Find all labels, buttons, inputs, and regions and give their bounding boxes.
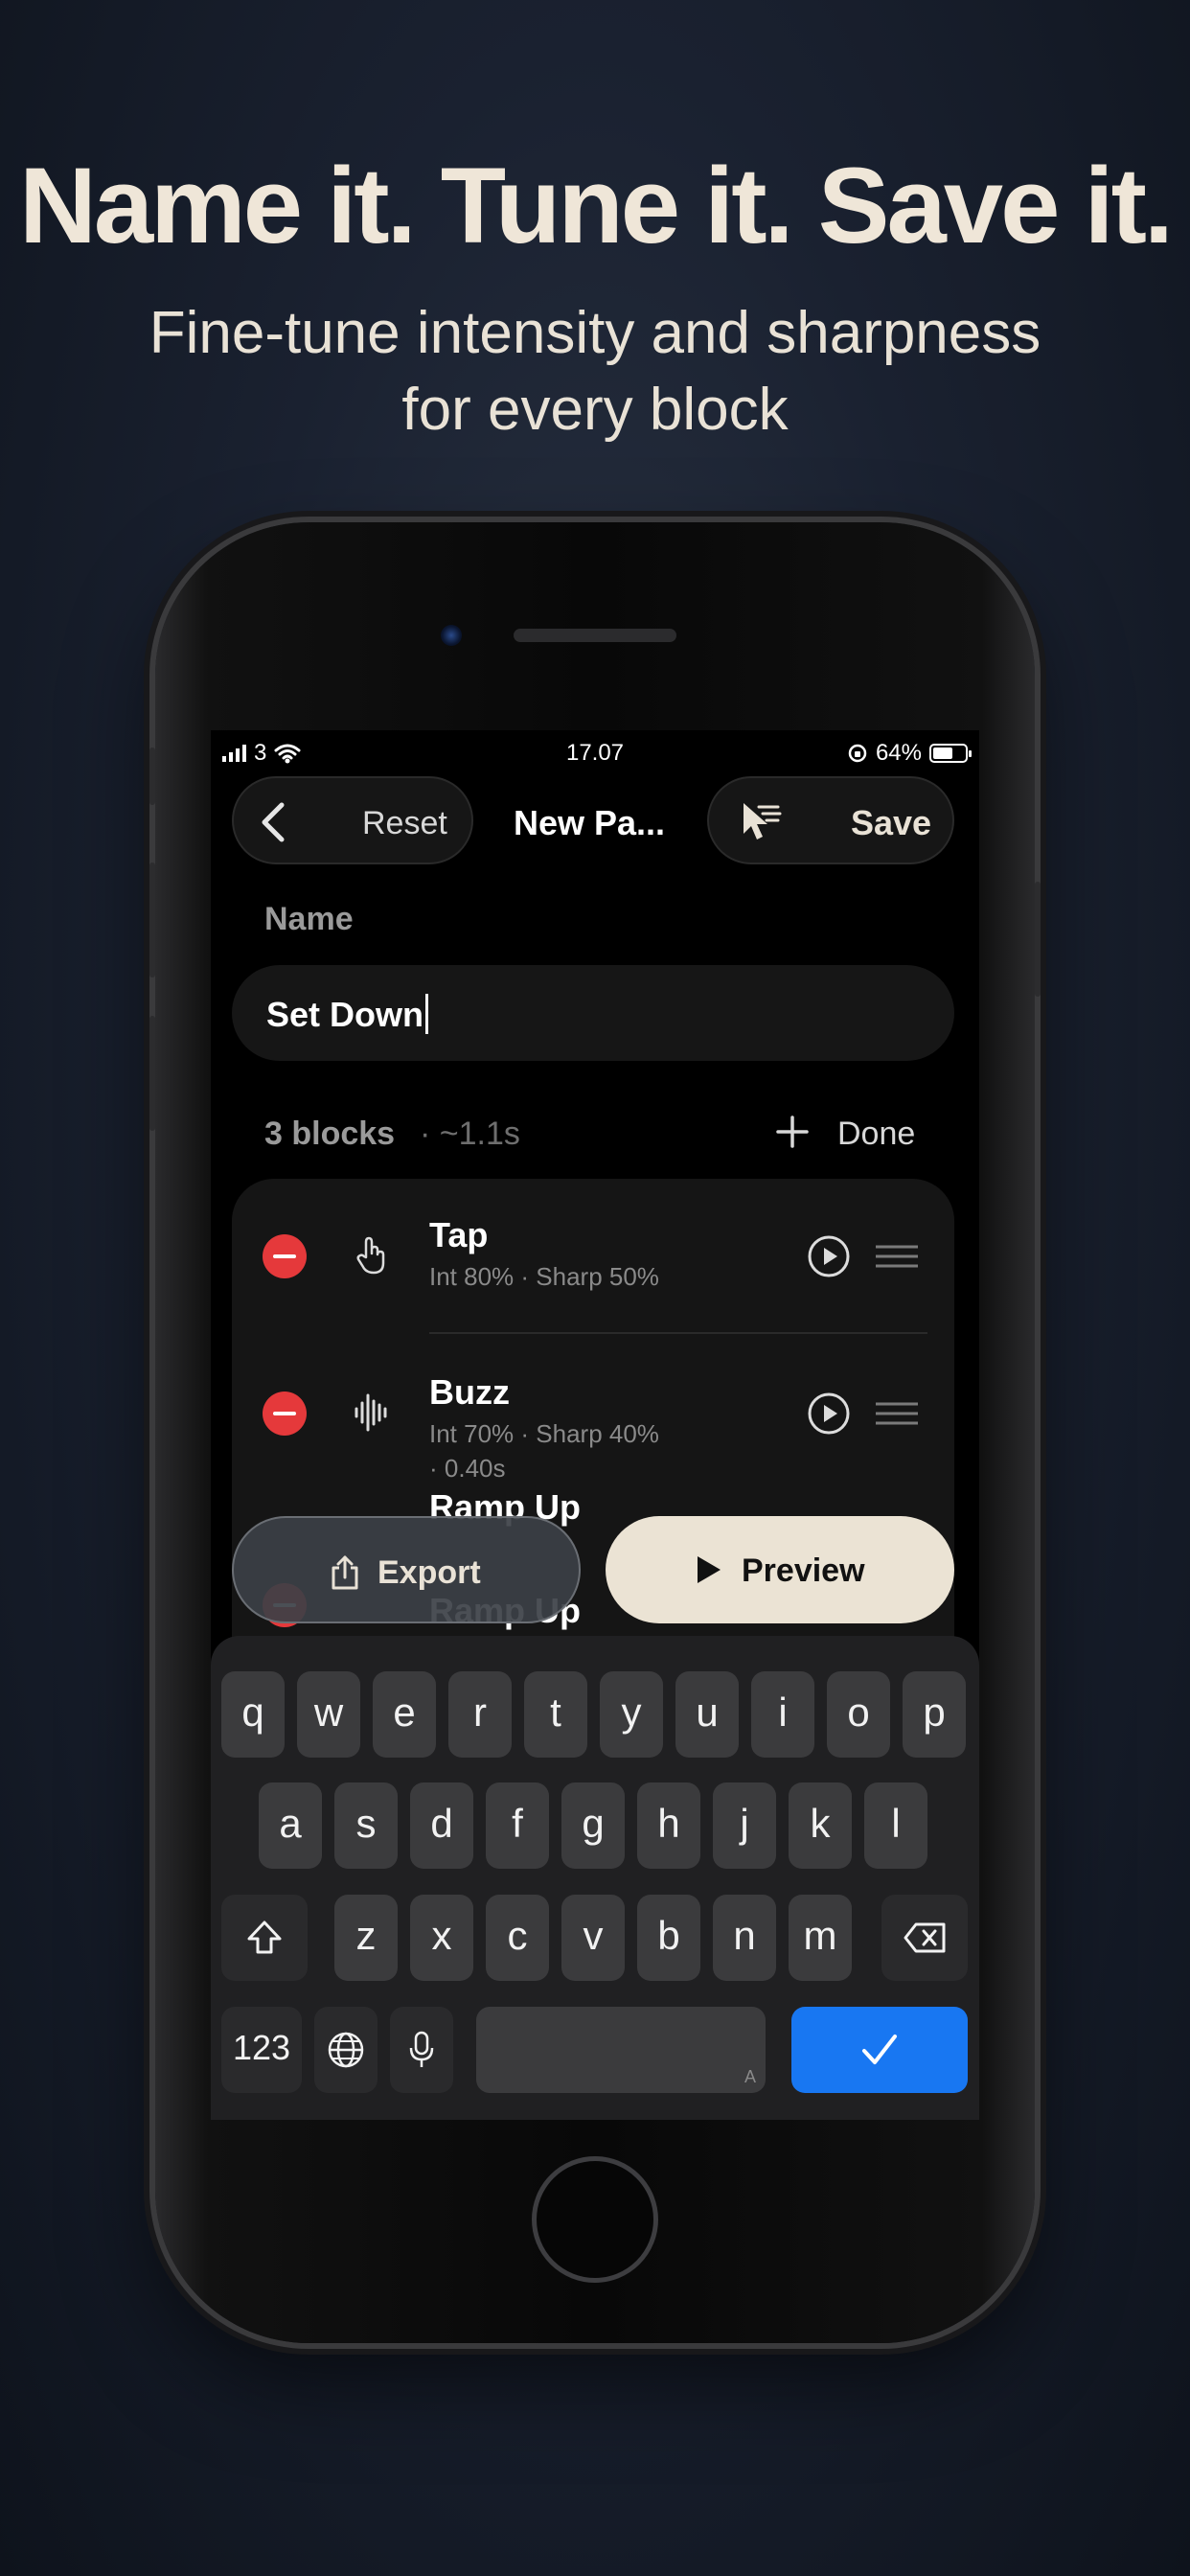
volume-down-button [149,1016,155,1131]
app-screen: 3 17.07 64% Reset New Pa... Save Name Se… [211,730,979,2120]
key-b[interactable]: b [637,1895,700,1981]
key-x[interactable]: x [410,1895,473,1981]
key-c[interactable]: c [486,1895,549,1981]
drag-handle-icon[interactable] [874,1399,920,1428]
reset-button[interactable]: Reset [362,805,447,842]
globe-key[interactable] [314,2007,378,2093]
preview-button[interactable]: Preview [606,1516,954,1623]
play-block-icon[interactable] [807,1392,851,1436]
block-details: Int 80% · Sharp 50% [429,1262,659,1291]
power-button [1035,882,1041,997]
globe-icon [328,2032,364,2068]
page-title: New Pa... [513,803,666,842]
promo-subhead-line2: for every block [401,377,789,443]
shift-key[interactable] [221,1895,308,1981]
earpiece-speaker [514,629,676,642]
shift-icon [247,1920,282,1954]
orientation-lock-icon [848,744,867,763]
block-title: Buzz [429,1372,510,1412]
numbers-key[interactable]: 123 [221,2007,302,2093]
space-hint: A [744,2067,756,2086]
text-caret [425,994,429,1034]
key-r[interactable]: r [448,1671,512,1758]
key-y[interactable]: y [600,1671,663,1758]
hand-tap-icon [356,1236,385,1275]
key-l[interactable]: l [864,1782,927,1869]
blocks-count: 3 blocks [264,1116,396,1152]
key-q[interactable]: q [221,1671,285,1758]
space-bar[interactable]: A [476,2007,766,2093]
dictation-key[interactable] [390,2007,453,2093]
key-n[interactable]: n [713,1895,776,1981]
nav-right-group: Save [707,776,954,864]
share-icon [332,1555,358,1590]
delete-block-button[interactable] [263,1234,307,1278]
export-label: Export [378,1554,481,1591]
list-item[interactable]: Tap Int 80% · Sharp 50% [232,1179,954,1334]
promo-headline: Name it. Tune it. Save it. [18,146,1174,265]
keyboard: q w e r t y u i o p a s d f g h j k l z … [211,1636,979,2120]
block-title: Tap [429,1215,489,1254]
block-list: Tap Int 80% · Sharp 50% Buzz Int 70% · S… [232,1179,954,1715]
mute-switch [149,748,155,805]
add-block-icon[interactable] [772,1112,812,1152]
waveform-icon [355,1393,387,1432]
delete-block-button[interactable] [263,1392,307,1436]
key-i[interactable]: i [751,1671,814,1758]
promo-subhead-line1: Fine-tune intensity and sharpness [149,300,1041,366]
key-o[interactable]: o [827,1671,890,1758]
block-details-duration: · 0.40s [429,1454,506,1483]
save-button[interactable]: Save [851,803,931,843]
key-f[interactable]: f [486,1782,549,1869]
list-item[interactable]: Buzz Int 70% · Sharp 40% · 0.40s [232,1334,954,1487]
volume-up-button [149,862,155,978]
back-chevron-icon[interactable] [259,801,287,843]
microphone-icon [409,2031,434,2067]
status-bar: 3 17.07 64% [211,730,979,776]
name-label: Name [264,901,354,937]
backspace-icon [904,1922,946,1953]
key-v[interactable]: v [561,1895,625,1981]
home-button[interactable] [532,2156,658,2283]
key-p[interactable]: p [903,1671,966,1758]
nav-left-group: Reset [232,776,473,864]
drag-handle-icon[interactable] [874,1242,920,1271]
key-a[interactable]: a [259,1782,322,1869]
battery-percent: 64% [875,740,922,766]
key-m[interactable]: m [789,1895,852,1981]
key-k[interactable]: k [789,1782,852,1869]
done-button[interactable]: Done [837,1116,915,1153]
block-details: Int 70% · Sharp 40% [429,1419,659,1448]
promo-subhead: Fine-tune intensity and sharpness for ev… [0,295,1190,448]
export-button[interactable]: Export [232,1516,581,1623]
key-w[interactable]: w [297,1671,360,1758]
key-h[interactable]: h [637,1782,700,1869]
key-u[interactable]: u [675,1671,739,1758]
battery-icon [929,744,972,763]
key-z[interactable]: z [334,1895,398,1981]
preview-label: Preview [742,1552,865,1589]
key-s[interactable]: s [334,1782,398,1869]
play-icon [698,1556,721,1583]
checkmark-icon [862,2035,897,2064]
key-j[interactable]: j [713,1782,776,1869]
play-block-icon[interactable] [807,1234,851,1278]
return-key[interactable] [791,2007,968,2093]
name-input-value: Set Down [266,995,424,1034]
delete-key[interactable] [881,1895,968,1981]
haptic-cursor-icon[interactable] [736,797,786,847]
key-d[interactable]: d [410,1782,473,1869]
key-g[interactable]: g [561,1782,625,1869]
key-e[interactable]: e [373,1671,436,1758]
name-input[interactable]: Set Down [232,965,954,1061]
key-t[interactable]: t [524,1671,587,1758]
front-camera [441,625,462,646]
blocks-duration: · ~1.1s [420,1116,520,1152]
